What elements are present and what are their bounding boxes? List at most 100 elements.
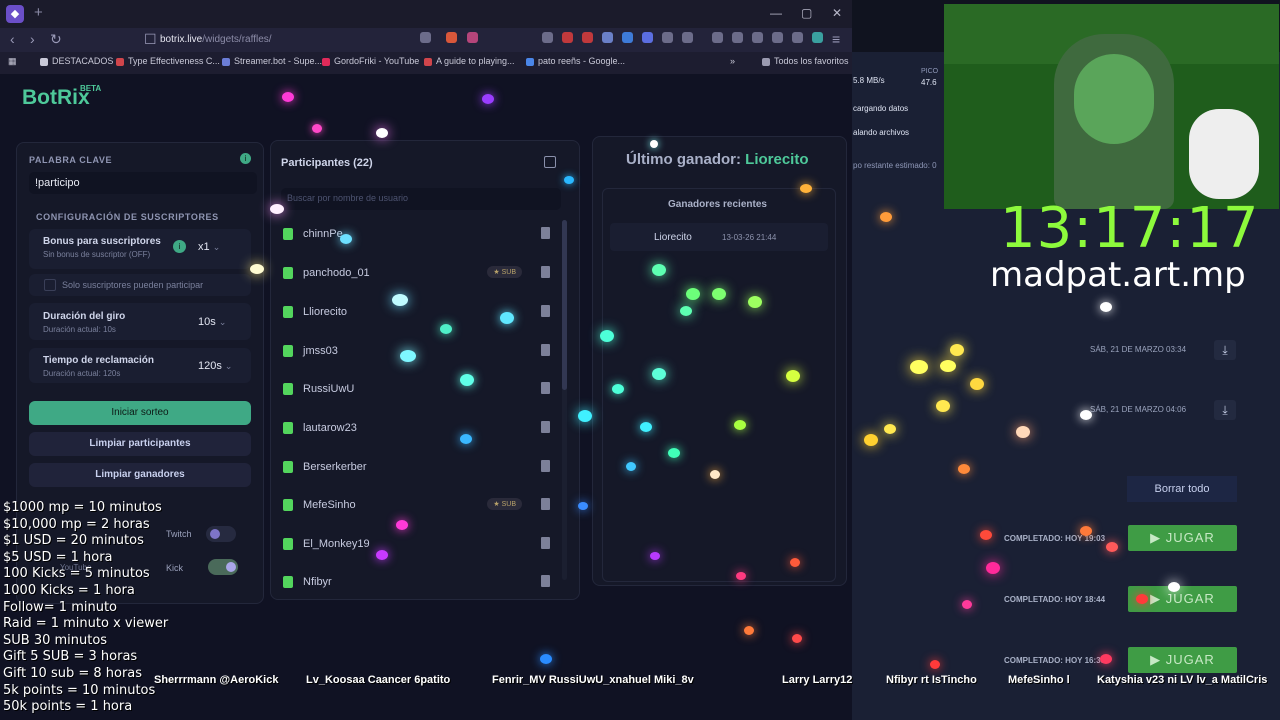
back-icon[interactable]: ‹ <box>10 31 15 47</box>
participant-row: chinnPe <box>281 219 554 251</box>
menu-icon[interactable]: ≡ <box>832 31 840 47</box>
participant-row: El_Monkey19 <box>281 529 554 561</box>
kick-toggle[interactable] <box>208 559 238 575</box>
clear-participants-button[interactable]: Limpiar participantes <box>29 432 251 456</box>
completed-label: COMPLETADO: HOY 16:35 <box>1004 656 1106 665</box>
minimize-icon[interactable]: — <box>770 6 782 20</box>
bookmark-item[interactable]: GordoFriki - YouTube <box>322 56 419 66</box>
close-icon[interactable]: ✕ <box>832 6 842 20</box>
completed-label: COMPLETADO: HOY 18:44 <box>1004 595 1106 604</box>
reload-icon[interactable]: ↻ <box>50 31 62 48</box>
extension-icon[interactable] <box>772 32 783 43</box>
play-button[interactable]: ▶ JUGAR <box>1128 525 1237 551</box>
extension-icon[interactable] <box>582 32 593 43</box>
participant-name: RussiUwU <box>303 383 355 395</box>
forward-icon[interactable]: › <box>30 31 35 47</box>
download-icon[interactable]: ⤓ <box>1214 340 1236 360</box>
trash-icon[interactable] <box>541 305 550 317</box>
trash-icon[interactable] <box>541 227 550 239</box>
info-icon[interactable]: i <box>173 240 186 253</box>
kick-icon <box>283 576 293 588</box>
download-icon[interactable]: ⤓ <box>1214 400 1236 420</box>
keyword-input[interactable]: !participo <box>29 172 257 194</box>
speed-value: 5.8 MB/s <box>853 76 885 85</box>
bonus-title: Bonus para suscriptores <box>43 236 161 247</box>
chevron-down-icon: ⌄ <box>218 317 227 327</box>
wallet-icon[interactable] <box>752 32 763 43</box>
music-icon[interactable] <box>712 32 723 43</box>
viewer-name: Lv_Koosaa Caancer 6patito <box>306 674 451 686</box>
bookmark-icon[interactable]: ☐ <box>144 31 157 48</box>
extension-icon[interactable] <box>562 32 573 43</box>
copy-icon[interactable] <box>544 156 556 168</box>
trash-icon[interactable] <box>541 344 550 356</box>
info-icon[interactable]: i <box>240 153 251 164</box>
participant-name: El_Monkey19 <box>303 538 370 550</box>
twitch-toggle[interactable] <box>206 526 236 542</box>
trash-icon[interactable] <box>541 266 550 278</box>
rewards-icon[interactable] <box>467 32 478 43</box>
only-subs-checkbox[interactable] <box>44 279 56 291</box>
kick-icon <box>283 228 293 240</box>
sidebar-icon[interactable] <box>732 32 743 43</box>
beta-badge: BETA <box>80 84 102 93</box>
files-status: alando archivos <box>853 128 910 137</box>
participant-row: jmss03 <box>281 336 554 368</box>
trash-icon[interactable] <box>541 382 550 394</box>
recent-winner-date: 13-03-26 21:44 <box>722 233 777 242</box>
bookmark-item[interactable]: Type Effectiveness C... <box>116 56 220 66</box>
last-winner-heading: Último ganador: Liorecito <box>626 151 809 168</box>
scrollbar[interactable] <box>562 220 567 580</box>
all-bookmarks[interactable]: Todos los favoritos <box>762 56 849 66</box>
loading-status: cargando datos <box>853 104 909 113</box>
extension-icon[interactable] <box>542 32 553 43</box>
profile-icon[interactable] <box>812 32 823 43</box>
trash-icon[interactable] <box>541 421 550 433</box>
shield-icon[interactable] <box>446 32 457 43</box>
play-button[interactable]: ▶ JUGAR <box>1128 586 1237 612</box>
bonus-select[interactable]: x1 ⌄ <box>198 241 220 253</box>
trash-icon[interactable] <box>541 537 550 549</box>
extension-icon[interactable] <box>682 32 693 43</box>
extension-icon[interactable] <box>602 32 613 43</box>
rate-line: $5 USD = 1 hora <box>3 549 113 565</box>
browser-app-icon[interactable]: ◆ <box>6 5 24 23</box>
trash-icon[interactable] <box>541 460 550 472</box>
extension-icon[interactable] <box>622 32 633 43</box>
extension-icon[interactable] <box>662 32 673 43</box>
kick-icon <box>283 461 293 473</box>
rate-line: $10,000 mp = 2 horas <box>3 516 150 532</box>
new-tab-button[interactable]: + <box>34 4 43 21</box>
bookmark-item[interactable]: pato reeñs - Google... <box>526 56 625 66</box>
participant-row: Berserkerber <box>281 452 554 484</box>
search-input[interactable]: Buscar por nombre de usuario <box>281 188 561 210</box>
browser-titlebar <box>0 0 852 28</box>
vpn-icon[interactable] <box>792 32 803 43</box>
kick-icon <box>283 306 293 318</box>
clear-winners-button[interactable]: Limpiar ganadores <box>29 463 251 487</box>
trash-icon[interactable] <box>541 575 550 587</box>
extension-icon[interactable] <box>642 32 653 43</box>
participant-name: panchodo_01 <box>303 267 370 279</box>
bookmark-item[interactable]: DESTACADOS <box>40 56 113 66</box>
more-bookmarks-icon[interactable]: » <box>730 56 735 66</box>
spin-select[interactable]: 10s ⌄ <box>198 316 226 328</box>
start-raffle-button[interactable]: Iniciar sorteo <box>29 401 251 425</box>
spin-title: Duración del giro <box>43 311 126 322</box>
kick-icon <box>283 538 293 550</box>
bookmark-item[interactable]: Streamer.bot - Supe... <box>222 56 322 66</box>
maximize-icon[interactable]: ▢ <box>801 6 812 20</box>
bookmark-item[interactable]: A guide to playing... <box>424 56 515 66</box>
participant-row: panchodo_01 ★ SUB <box>281 258 554 290</box>
play-button[interactable]: ▶ JUGAR <box>1128 647 1237 673</box>
peak-label: PICO <box>921 68 939 75</box>
claim-title: Tiempo de reclamación <box>43 355 154 366</box>
apps-icon[interactable]: ▦ <box>8 56 17 67</box>
clear-all-button[interactable]: Borrar todo <box>1127 476 1237 502</box>
trash-icon[interactable] <box>541 498 550 510</box>
rate-line: $1000 mp = 10 minutos <box>3 500 162 515</box>
share-icon[interactable] <box>420 32 431 43</box>
url-input[interactable]: botrix.live/widgets/raffles/ <box>160 31 490 49</box>
chevron-down-icon: ⌄ <box>212 242 221 252</box>
claim-select[interactable]: 120s ⌄ <box>198 360 232 372</box>
